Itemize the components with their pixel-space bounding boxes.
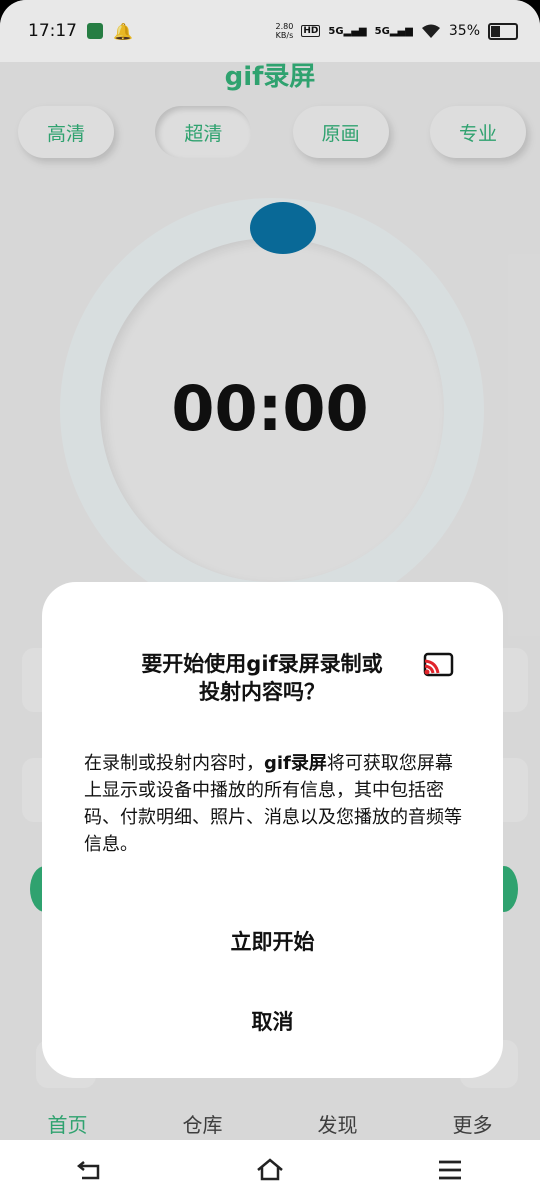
dialog-message: 在录制或投射内容时，gif录屏将可获取您屏幕上显示或设备中播放的所有信息，其中包… <box>84 750 464 858</box>
start-now-button[interactable]: 立即开始 <box>42 926 503 956</box>
menu-button[interactable] <box>430 1150 470 1190</box>
screen-capture-dialog: 要开始使用gif录屏录制或 投射内容吗？ 在录制或投射内容时，gif录屏将可获取… <box>42 582 503 1078</box>
home-button[interactable] <box>250 1150 290 1190</box>
dialog-title-line1: 要开始使用gif录屏录制或 <box>141 652 383 676</box>
dialog-message-app-name: gif录屏 <box>264 753 327 774</box>
dialog-title: 要开始使用gif录屏录制或 投射内容吗？ <box>112 650 412 706</box>
back-button[interactable] <box>70 1150 110 1190</box>
cast-icon <box>423 652 454 677</box>
back-icon <box>76 1161 100 1180</box>
cancel-button[interactable]: 取消 <box>42 1006 503 1036</box>
menu-icon <box>439 1160 461 1180</box>
dialog-message-prefix: 在录制或投射内容时， <box>84 753 264 774</box>
home-icon <box>257 1158 283 1181</box>
system-navigation-bar <box>0 1140 540 1200</box>
phone-screen: 17:17 🔔 2.80 KB/s HD 5G▂▄▆ 5G▂▄▆ 35% gif… <box>0 0 540 1200</box>
dialog-title-line2: 投射内容吗？ <box>199 680 325 704</box>
